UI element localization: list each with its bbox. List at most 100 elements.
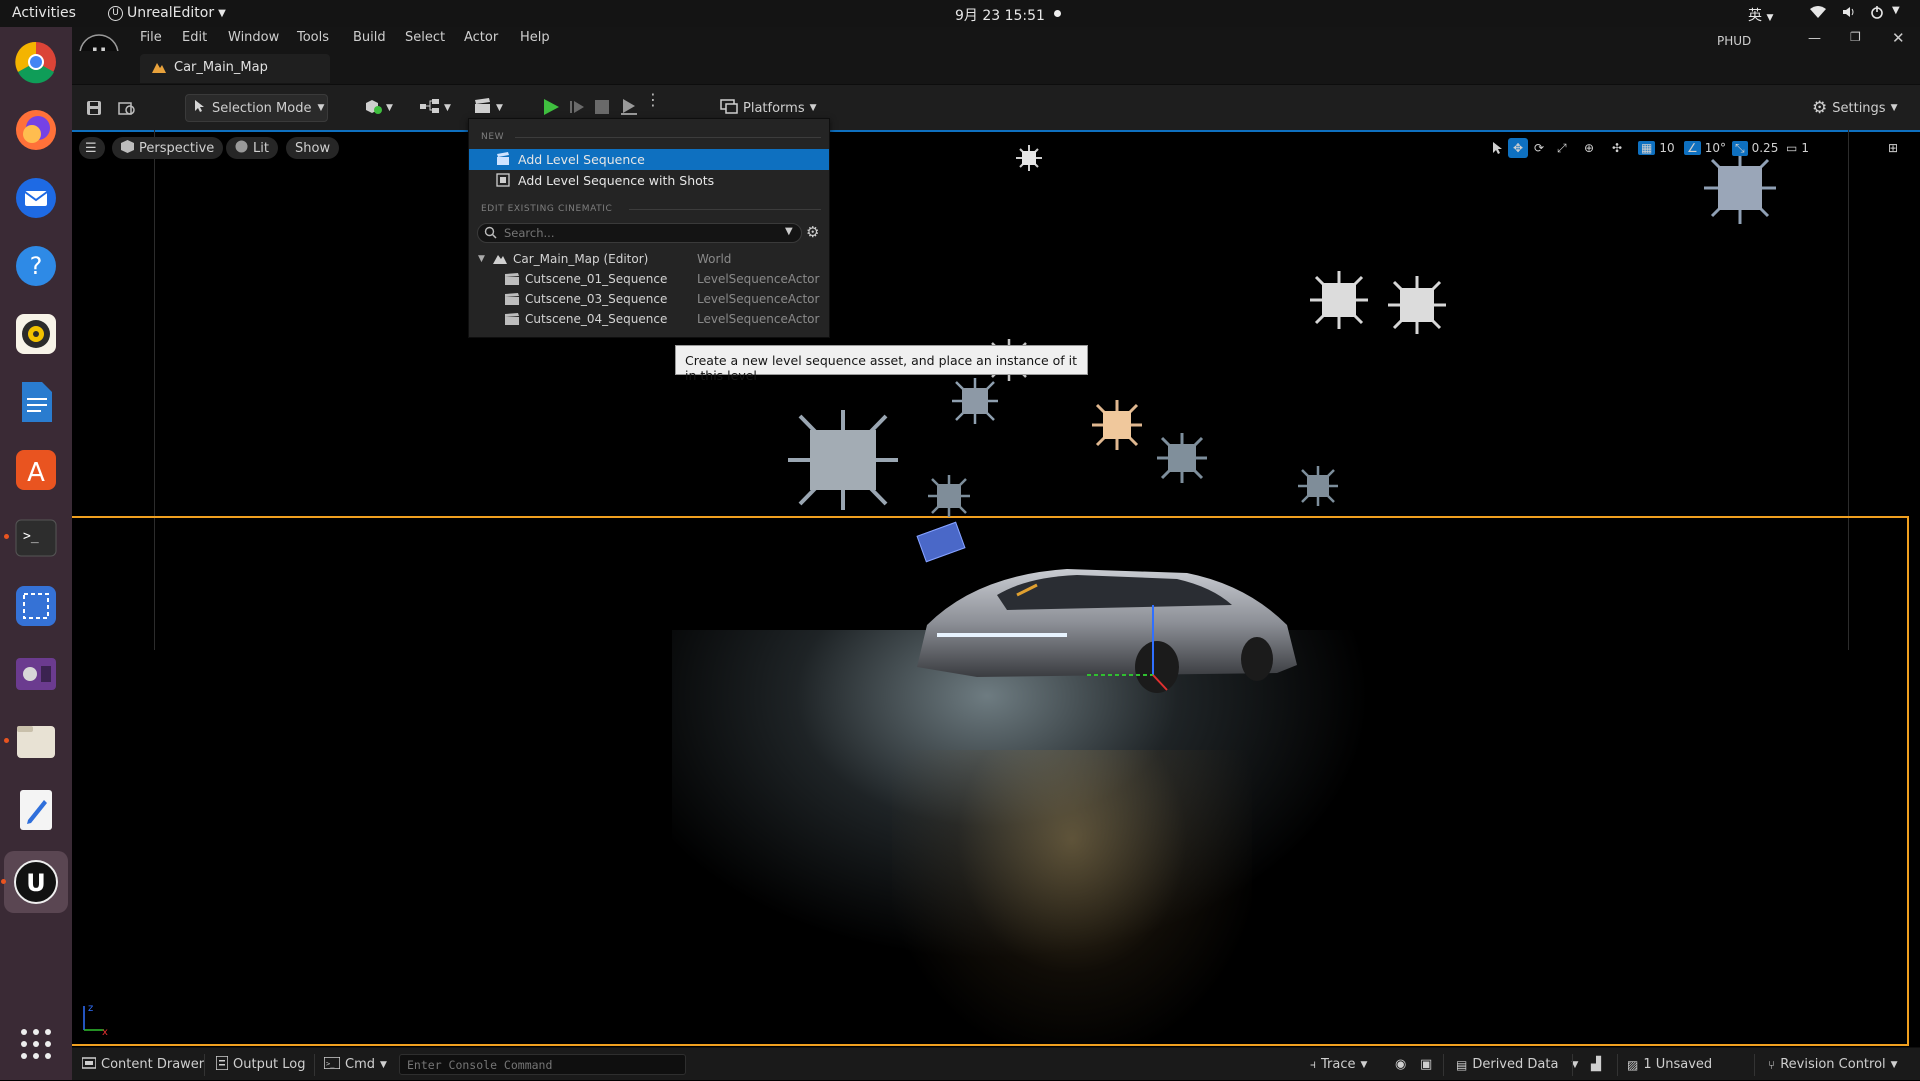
tree-item-name: Cutscene_03_Sequence <box>525 292 668 306</box>
tree-row-world[interactable]: ▼ Car_Main_Map (Editor) World <box>473 249 828 269</box>
divider <box>1617 1054 1618 1076</box>
tab-car-main-map[interactable]: Car_Main_Map <box>140 54 330 83</box>
tree-row-sequence[interactable]: Cutscene_03_Sequence LevelSequenceActor <box>473 289 828 309</box>
help-icon[interactable]: ? <box>11 241 61 291</box>
firefox-icon[interactable] <box>11 105 61 155</box>
revision-control-dropdown[interactable]: ⑂ Revision Control ▼ <box>1768 1048 1898 1081</box>
save-icon[interactable] <box>86 94 108 122</box>
scale-tool-icon[interactable]: ⤢ <box>1557 138 1567 158</box>
play-options-kebab-icon[interactable]: ⋮ <box>645 92 661 108</box>
add-level-sequence-with-shots-item[interactable]: Add Level Sequence with Shots <box>469 170 829 191</box>
add-actor-dropdown[interactable]: ▼ <box>364 94 404 122</box>
translate-tool-icon[interactable]: ✥ <box>1508 138 1528 158</box>
menu-build[interactable]: Build <box>353 30 386 45</box>
blueprints-dropdown[interactable]: ▼ <box>420 94 460 122</box>
browse-content-icon[interactable] <box>118 94 142 122</box>
chrome-icon[interactable] <box>11 37 61 87</box>
tree-row-sequence[interactable]: Cutscene_04_Sequence LevelSequenceActor <box>473 309 828 329</box>
clock[interactable]: 9月 23 15:51 <box>955 5 1045 25</box>
tree-row-sequence[interactable]: Cutscene_01_Sequence LevelSequenceActor <box>473 269 828 289</box>
thunderbird-icon[interactable] <box>11 173 61 223</box>
content-drawer-button[interactable]: Content Drawer <box>81 1048 204 1081</box>
point-light-icon[interactable] <box>1388 276 1446 338</box>
camera-speed-dropdown[interactable]: ▭ 1 <box>1786 138 1809 158</box>
perspective-dropdown[interactable]: Perspective <box>112 137 224 159</box>
viewport-layout-icon[interactable]: ⊞ <box>1888 138 1898 158</box>
unreal-engine-icon[interactable]: U <box>1 851 68 913</box>
screenshot-icon[interactable] <box>11 581 61 631</box>
point-light-icon[interactable] <box>952 378 998 428</box>
close-icon[interactable]: ✕ <box>1892 29 1905 47</box>
rotate-tool-icon[interactable]: ⟳ <box>1534 138 1544 158</box>
volume-icon[interactable] <box>1842 5 1856 23</box>
wifi-icon[interactable] <box>1810 5 1826 23</box>
derived-data-dropdown[interactable]: ▤ Derived Data ▼ <box>1456 1048 1578 1081</box>
libreoffice-writer-icon[interactable] <box>11 377 61 427</box>
stop-icon[interactable] <box>595 100 609 118</box>
spot-light-icon[interactable] <box>1092 400 1142 454</box>
point-light-icon[interactable] <box>1310 271 1368 333</box>
cmd-dropdown[interactable]: >_ Cmd ▼ <box>323 1048 387 1081</box>
screenshot-capture-icon[interactable]: ▣ <box>1420 1048 1432 1081</box>
trace-dropdown[interactable]: ⫞ Trace ▼ <box>1310 1048 1367 1081</box>
video-player-icon[interactable] <box>11 649 61 699</box>
restore-icon[interactable]: ❐ <box>1850 30 1861 44</box>
record-icon[interactable]: ◉ <box>1395 1048 1406 1081</box>
menu-actor[interactable]: Actor <box>464 30 498 45</box>
gear-icon: ⚙ <box>1812 98 1828 118</box>
car-model[interactable] <box>857 555 1307 709</box>
level-viewport[interactable]: ☰ Perspective Lit Show ✥ ⟳ ⤢ ⊕ ✣ ▦ 10 ∠ … <box>72 130 1920 1047</box>
level-sequence-shots-icon <box>496 173 510 190</box>
expand-triangle-icon[interactable]: ▼ <box>478 254 485 264</box>
select-tool-icon[interactable] <box>1492 138 1504 158</box>
chevron-down-icon[interactable]: ▼ <box>785 226 793 237</box>
point-light-icon[interactable] <box>928 475 970 521</box>
search-input[interactable] <box>502 225 772 241</box>
terminal-icon[interactable]: >_ <box>4 513 61 563</box>
input-method-indicator[interactable]: 英 ▼ <box>1748 5 1773 25</box>
grid-snap-toggle[interactable]: ▦ 10 <box>1638 138 1675 158</box>
text-editor-icon[interactable] <box>11 785 61 835</box>
show-flags-dropdown[interactable]: Show <box>286 137 340 159</box>
network-stats-icon[interactable]: ▟ <box>1591 1048 1601 1081</box>
point-light-icon[interactable] <box>1298 466 1338 510</box>
menu-window[interactable]: Window <box>228 30 279 45</box>
apps-grid-icon[interactable] <box>19 1027 53 1065</box>
add-level-sequence-item[interactable]: Add Level Sequence <box>469 149 829 170</box>
point-light-icon[interactable] <box>1157 433 1207 487</box>
files-icon[interactable] <box>4 717 61 767</box>
point-light-icon[interactable] <box>1016 145 1042 175</box>
app-center-icon[interactable]: A <box>11 445 61 495</box>
menu-tools[interactable]: Tools <box>297 30 329 45</box>
power-icon[interactable] <box>1870 5 1884 23</box>
rect-light-icon[interactable] <box>1704 152 1776 228</box>
menu-select[interactable]: Select <box>405 30 445 45</box>
chevron-down-icon: ▼ <box>1766 13 1774 23</box>
eject-possess-icon[interactable] <box>620 98 638 120</box>
menu-file[interactable]: File <box>140 30 162 45</box>
rotation-snap-toggle[interactable]: ∠ 10° <box>1684 138 1726 158</box>
console-command-input[interactable] <box>399 1054 686 1075</box>
output-log-button[interactable]: Output Log <box>215 1048 306 1081</box>
world-space-icon[interactable]: ⊕ <box>1584 138 1594 158</box>
menu-edit[interactable]: Edit <box>182 30 207 45</box>
unsaved-button[interactable]: ▨ 1 Unsaved <box>1627 1048 1712 1081</box>
settings-dropdown[interactable]: ⚙ Settings ▼ <box>1812 94 1907 122</box>
rect-light-icon[interactable] <box>788 410 898 514</box>
view-mode-dropdown[interactable]: Lit <box>226 137 278 159</box>
minimize-icon[interactable]: — <box>1808 31 1821 46</box>
activities-button[interactable]: Activities <box>12 5 76 21</box>
step-forward-icon[interactable] <box>569 99 585 119</box>
app-menu[interactable]: U UnrealEditor ▼ <box>108 5 226 21</box>
surface-snap-icon[interactable]: ✣ <box>1612 138 1622 158</box>
sequence-search-box[interactable]: ▼ <box>477 223 802 243</box>
rhythmbox-icon[interactable] <box>11 309 61 359</box>
viewport-options-menu-icon[interactable]: ☰ <box>79 137 105 159</box>
selection-mode-dropdown[interactable]: Selection Mode ▼ <box>185 94 328 122</box>
gear-icon[interactable]: ⚙ <box>806 223 819 241</box>
cmd-label: Cmd <box>345 1057 375 1072</box>
play-icon[interactable] <box>542 98 560 120</box>
scale-snap-toggle[interactable]: ⤡ 0.25 <box>1732 138 1778 158</box>
menu-help[interactable]: Help <box>520 30 550 45</box>
chevron-down-icon[interactable]: ▼ <box>1892 5 1900 16</box>
